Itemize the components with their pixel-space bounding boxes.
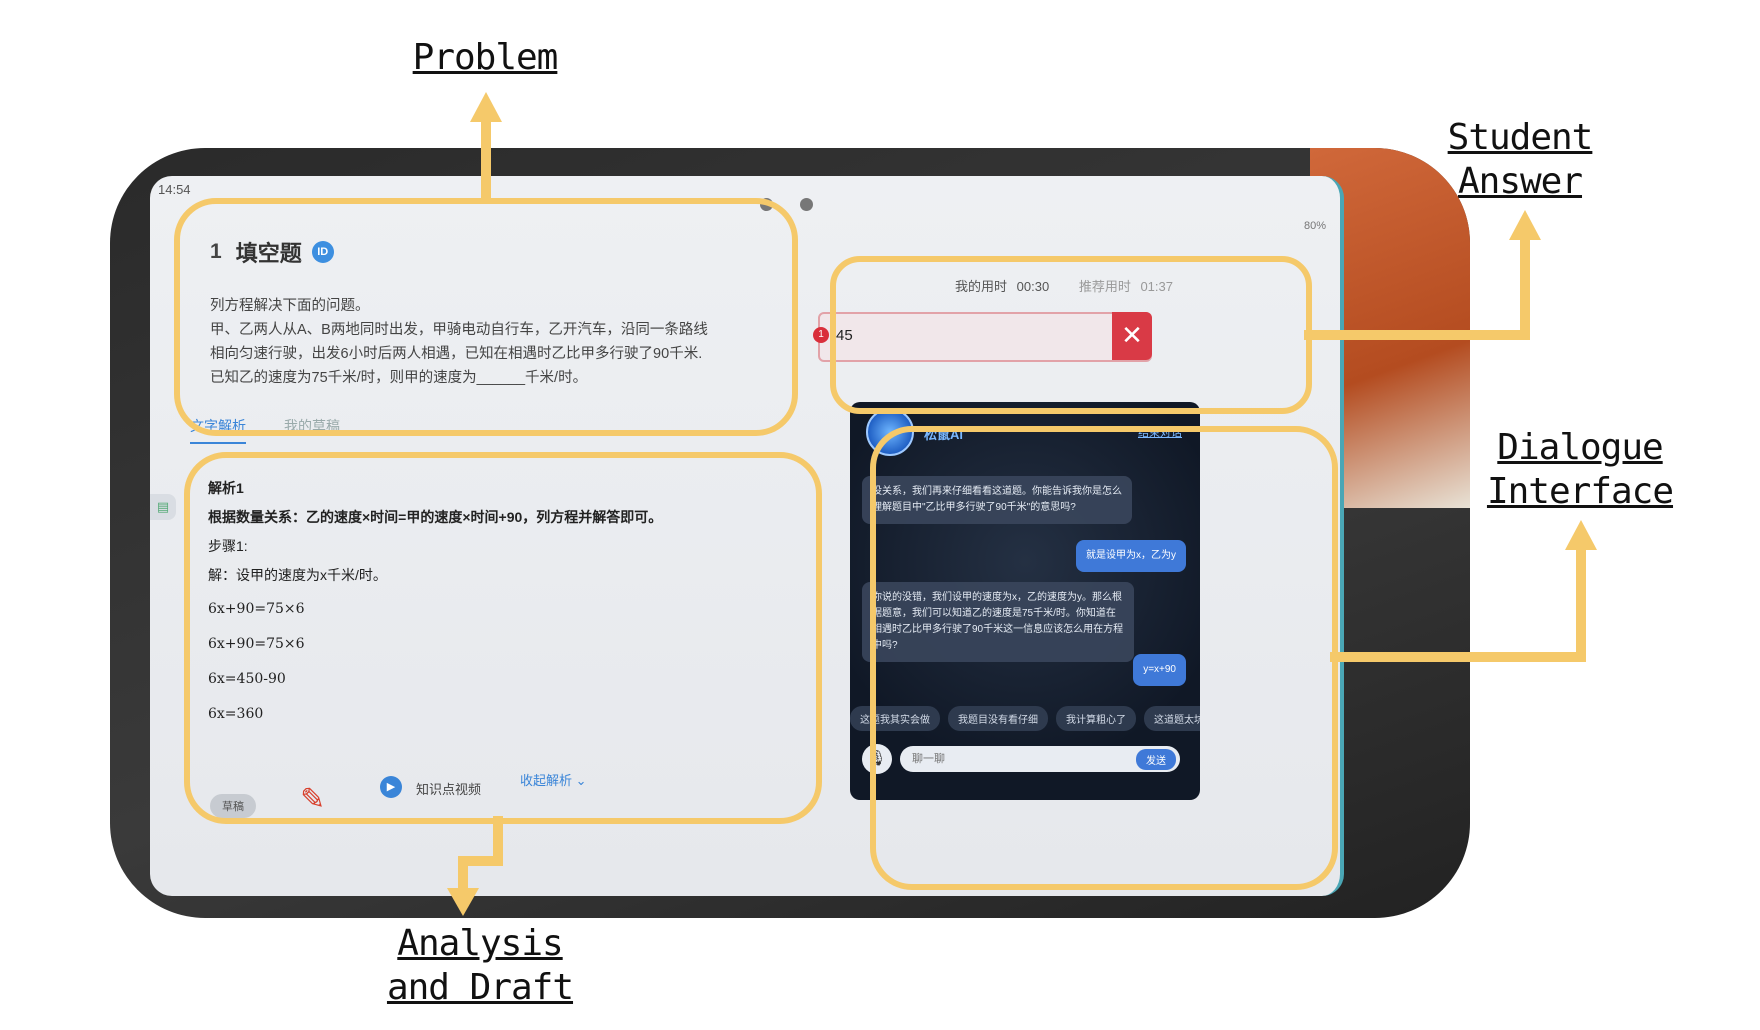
callout-problem: Problem <box>412 37 559 78</box>
status-battery: 80% <box>1303 220 1326 232</box>
highlight-analysis <box>184 452 822 824</box>
callout-analysis-line1: Analysis <box>397 923 563 964</box>
callout-analysis: Analysis and Draft <box>380 922 580 1010</box>
arrow-answer-head <box>1509 210 1541 240</box>
highlight-problem <box>174 198 798 436</box>
callout-dialogue-line2: Interface <box>1486 471 1674 512</box>
callout-analysis-line2: and Draft <box>386 967 574 1008</box>
highlight-student-answer <box>830 256 1312 414</box>
status-time: 14:54 <box>158 182 191 197</box>
arrow-problem-head <box>470 92 502 122</box>
arrow-answer-vertical <box>1520 238 1530 340</box>
callout-dialogue-line1: Dialogue <box>1497 427 1663 468</box>
arrow-analysis-head <box>447 888 479 916</box>
arrow-dialogue-head <box>1565 520 1597 550</box>
highlight-dialogue <box>870 426 1338 890</box>
camera-dot <box>800 198 813 211</box>
callout-dialogue: Dialogue Interface <box>1485 426 1675 514</box>
side-notes-icon[interactable]: ▤ <box>150 494 176 520</box>
arrow-problem-line <box>481 120 491 202</box>
arrow-dialogue-horizontal <box>1330 652 1586 662</box>
answer-index-badge: 1 <box>813 327 829 343</box>
arrow-answer-horizontal <box>1304 330 1530 340</box>
arrow-analysis-down <box>458 856 468 890</box>
arrow-dialogue-vertical <box>1576 548 1586 662</box>
